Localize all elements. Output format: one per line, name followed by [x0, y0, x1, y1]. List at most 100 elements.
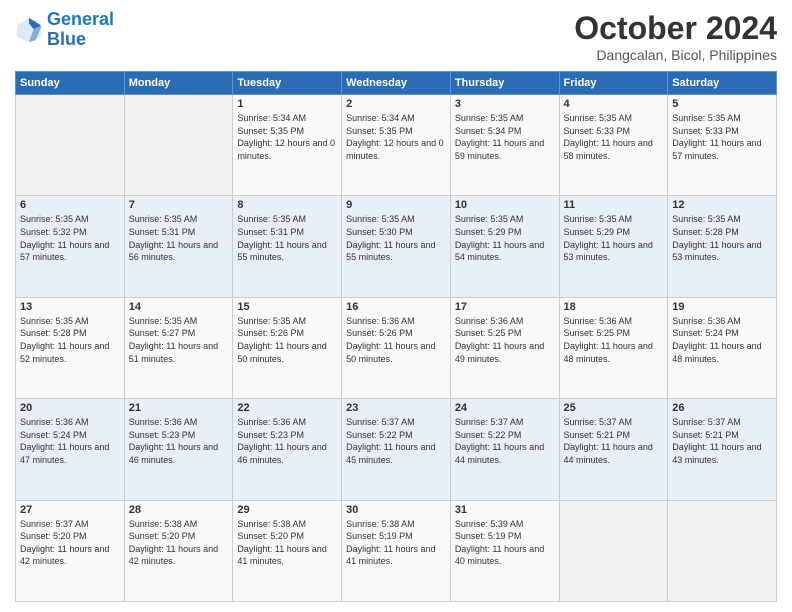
- daylight-text: Daylight: 11 hours and 58 minutes.: [564, 137, 664, 162]
- cell-content: Sunrise: 5:35 AM Sunset: 5:33 PM Dayligh…: [564, 112, 664, 162]
- calendar-week-3: 13 Sunrise: 5:35 AM Sunset: 5:28 PM Dayl…: [16, 297, 777, 398]
- sunrise-text: Sunrise: 5:35 AM: [20, 213, 120, 226]
- table-row: 15 Sunrise: 5:35 AM Sunset: 5:26 PM Dayl…: [233, 297, 342, 398]
- daylight-text: Daylight: 11 hours and 47 minutes.: [20, 441, 120, 466]
- sunrise-text: Sunrise: 5:36 AM: [237, 416, 337, 429]
- day-number: 22: [237, 402, 337, 414]
- day-number: 10: [455, 199, 555, 211]
- sunset-text: Sunset: 5:26 PM: [237, 327, 337, 340]
- day-number: 9: [346, 199, 446, 211]
- sunrise-text: Sunrise: 5:35 AM: [129, 213, 229, 226]
- daylight-text: Daylight: 12 hours and 0 minutes.: [346, 137, 446, 162]
- cell-content: Sunrise: 5:36 AM Sunset: 5:23 PM Dayligh…: [129, 416, 229, 466]
- calendar-week-5: 27 Sunrise: 5:37 AM Sunset: 5:20 PM Dayl…: [16, 500, 777, 601]
- sunset-text: Sunset: 5:21 PM: [672, 429, 772, 442]
- sunrise-text: Sunrise: 5:35 AM: [129, 315, 229, 328]
- table-row: 10 Sunrise: 5:35 AM Sunset: 5:29 PM Dayl…: [450, 196, 559, 297]
- table-row: [16, 95, 125, 196]
- col-thursday: Thursday: [450, 72, 559, 95]
- sunrise-text: Sunrise: 5:35 AM: [455, 213, 555, 226]
- sunset-text: Sunset: 5:29 PM: [455, 226, 555, 239]
- sunset-text: Sunset: 5:31 PM: [129, 226, 229, 239]
- sunset-text: Sunset: 5:24 PM: [672, 327, 772, 340]
- table-row: 22 Sunrise: 5:36 AM Sunset: 5:23 PM Dayl…: [233, 399, 342, 500]
- day-number: 31: [455, 504, 555, 516]
- day-number: 4: [564, 98, 664, 110]
- day-number: 25: [564, 402, 664, 414]
- table-row: 17 Sunrise: 5:36 AM Sunset: 5:25 PM Dayl…: [450, 297, 559, 398]
- cell-content: Sunrise: 5:35 AM Sunset: 5:28 PM Dayligh…: [672, 213, 772, 263]
- daylight-text: Daylight: 11 hours and 41 minutes.: [237, 543, 337, 568]
- sunrise-text: Sunrise: 5:35 AM: [237, 213, 337, 226]
- sunrise-text: Sunrise: 5:37 AM: [564, 416, 664, 429]
- daylight-text: Daylight: 11 hours and 51 minutes.: [129, 340, 229, 365]
- daylight-text: Daylight: 11 hours and 55 minutes.: [346, 239, 446, 264]
- sunset-text: Sunset: 5:23 PM: [129, 429, 229, 442]
- sunset-text: Sunset: 5:30 PM: [346, 226, 446, 239]
- calendar-week-4: 20 Sunrise: 5:36 AM Sunset: 5:24 PM Dayl…: [16, 399, 777, 500]
- sunrise-text: Sunrise: 5:37 AM: [346, 416, 446, 429]
- sunset-text: Sunset: 5:25 PM: [564, 327, 664, 340]
- table-row: 12 Sunrise: 5:35 AM Sunset: 5:28 PM Dayl…: [668, 196, 777, 297]
- day-number: 27: [20, 504, 120, 516]
- table-row: 13 Sunrise: 5:35 AM Sunset: 5:28 PM Dayl…: [16, 297, 125, 398]
- sunrise-text: Sunrise: 5:37 AM: [672, 416, 772, 429]
- cell-content: Sunrise: 5:35 AM Sunset: 5:34 PM Dayligh…: [455, 112, 555, 162]
- day-number: 21: [129, 402, 229, 414]
- table-row: 24 Sunrise: 5:37 AM Sunset: 5:22 PM Dayl…: [450, 399, 559, 500]
- sunset-text: Sunset: 5:28 PM: [20, 327, 120, 340]
- sunset-text: Sunset: 5:33 PM: [564, 125, 664, 138]
- day-number: 23: [346, 402, 446, 414]
- day-number: 24: [455, 402, 555, 414]
- col-monday: Monday: [124, 72, 233, 95]
- daylight-text: Daylight: 11 hours and 56 minutes.: [129, 239, 229, 264]
- sunset-text: Sunset: 5:25 PM: [455, 327, 555, 340]
- table-row: 19 Sunrise: 5:36 AM Sunset: 5:24 PM Dayl…: [668, 297, 777, 398]
- daylight-text: Daylight: 11 hours and 46 minutes.: [129, 441, 229, 466]
- col-tuesday: Tuesday: [233, 72, 342, 95]
- page: General Blue October 2024 Dangcalan, Bic…: [0, 0, 792, 612]
- table-row: 9 Sunrise: 5:35 AM Sunset: 5:30 PM Dayli…: [342, 196, 451, 297]
- sunset-text: Sunset: 5:26 PM: [346, 327, 446, 340]
- logo: General Blue: [15, 10, 114, 50]
- day-number: 26: [672, 402, 772, 414]
- table-row: 25 Sunrise: 5:37 AM Sunset: 5:21 PM Dayl…: [559, 399, 668, 500]
- table-row: [668, 500, 777, 601]
- cell-content: Sunrise: 5:34 AM Sunset: 5:35 PM Dayligh…: [346, 112, 446, 162]
- day-number: 7: [129, 199, 229, 211]
- col-friday: Friday: [559, 72, 668, 95]
- sunrise-text: Sunrise: 5:35 AM: [564, 213, 664, 226]
- table-row: 8 Sunrise: 5:35 AM Sunset: 5:31 PM Dayli…: [233, 196, 342, 297]
- table-row: 26 Sunrise: 5:37 AM Sunset: 5:21 PM Dayl…: [668, 399, 777, 500]
- cell-content: Sunrise: 5:35 AM Sunset: 5:30 PM Dayligh…: [346, 213, 446, 263]
- calendar-header-row: Sunday Monday Tuesday Wednesday Thursday…: [16, 72, 777, 95]
- daylight-text: Daylight: 11 hours and 55 minutes.: [237, 239, 337, 264]
- month-title: October 2024: [574, 10, 777, 47]
- sunset-text: Sunset: 5:29 PM: [564, 226, 664, 239]
- calendar-week-1: 1 Sunrise: 5:34 AM Sunset: 5:35 PM Dayli…: [16, 95, 777, 196]
- cell-content: Sunrise: 5:35 AM Sunset: 5:26 PM Dayligh…: [237, 315, 337, 365]
- table-row: 16 Sunrise: 5:36 AM Sunset: 5:26 PM Dayl…: [342, 297, 451, 398]
- sunrise-text: Sunrise: 5:37 AM: [20, 518, 120, 531]
- daylight-text: Daylight: 11 hours and 42 minutes.: [129, 543, 229, 568]
- sunset-text: Sunset: 5:28 PM: [672, 226, 772, 239]
- cell-content: Sunrise: 5:35 AM Sunset: 5:29 PM Dayligh…: [564, 213, 664, 263]
- sunset-text: Sunset: 5:32 PM: [20, 226, 120, 239]
- day-number: 15: [237, 301, 337, 313]
- sunrise-text: Sunrise: 5:34 AM: [237, 112, 337, 125]
- day-number: 28: [129, 504, 229, 516]
- sunset-text: Sunset: 5:19 PM: [455, 530, 555, 543]
- sunrise-text: Sunrise: 5:35 AM: [237, 315, 337, 328]
- cell-content: Sunrise: 5:36 AM Sunset: 5:25 PM Dayligh…: [564, 315, 664, 365]
- table-row: 5 Sunrise: 5:35 AM Sunset: 5:33 PM Dayli…: [668, 95, 777, 196]
- sunrise-text: Sunrise: 5:36 AM: [672, 315, 772, 328]
- sunset-text: Sunset: 5:19 PM: [346, 530, 446, 543]
- cell-content: Sunrise: 5:38 AM Sunset: 5:20 PM Dayligh…: [129, 518, 229, 568]
- day-number: 1: [237, 98, 337, 110]
- col-sunday: Sunday: [16, 72, 125, 95]
- daylight-text: Daylight: 11 hours and 41 minutes.: [346, 543, 446, 568]
- sunrise-text: Sunrise: 5:39 AM: [455, 518, 555, 531]
- cell-content: Sunrise: 5:35 AM Sunset: 5:28 PM Dayligh…: [20, 315, 120, 365]
- cell-content: Sunrise: 5:35 AM Sunset: 5:27 PM Dayligh…: [129, 315, 229, 365]
- cell-content: Sunrise: 5:35 AM Sunset: 5:31 PM Dayligh…: [237, 213, 337, 263]
